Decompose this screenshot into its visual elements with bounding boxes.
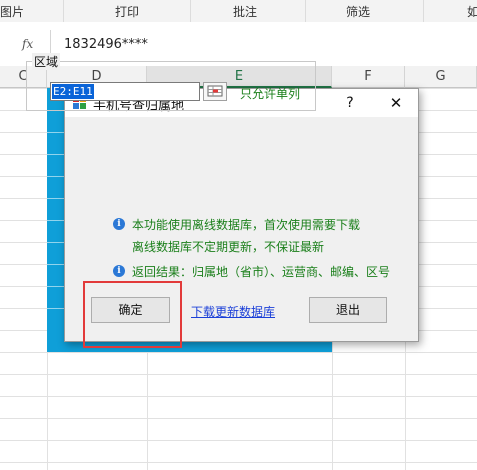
info-text-line-2: 离线数据库不定期更新，不保证最新 [132,240,325,254]
ribbon-tab-more[interactable]: 如 [467,3,477,20]
info-icon: i [113,265,125,277]
highlight-annotation-box [83,281,182,348]
formula-input[interactable]: 1832496**** [50,30,477,58]
ribbon-tab-filter[interactable]: 筛选 [346,3,370,20]
help-button[interactable]: ? [338,93,362,113]
ribbon-tab-comments[interactable]: 批注 [233,3,257,20]
ribbon-tab-strip: 图片 打印 批注 筛选 如 [0,0,477,23]
download-database-link[interactable]: 下载更新数据库 [191,303,275,320]
selected-cells-column-d[interactable] [47,88,65,352]
range-picker-icon [207,85,223,97]
close-button[interactable]: ✕ [382,93,410,113]
range-picker-button[interactable] [203,82,227,101]
ribbon-divider [305,0,306,22]
range-input[interactable]: E2:E11 [50,82,200,101]
ribbon-tab-pictures[interactable]: 图片 [0,3,24,20]
ribbon-divider [190,0,191,22]
info-text-line-1: 本功能使用离线数据库，首次使用需要下载 [132,218,361,232]
exit-button[interactable]: 退出 [309,297,387,323]
function-icon[interactable]: fx [22,37,33,51]
single-column-hint: 只允许单列 [240,87,301,101]
ribbon-divider [423,0,424,22]
range-value: E2:E11 [52,84,94,99]
ribbon-divider [63,0,64,22]
info-text-line-3: 返回结果：归属地（省市）、运营商、邮编、区号 [132,265,391,279]
region-group-label: 区域 [32,53,61,70]
column-header-f[interactable]: F [332,66,405,88]
formula-value: 1832496**** [64,37,148,52]
ribbon-tab-print[interactable]: 打印 [115,3,139,20]
column-header-g[interactable]: G [405,66,477,88]
info-icon: i [113,218,125,230]
